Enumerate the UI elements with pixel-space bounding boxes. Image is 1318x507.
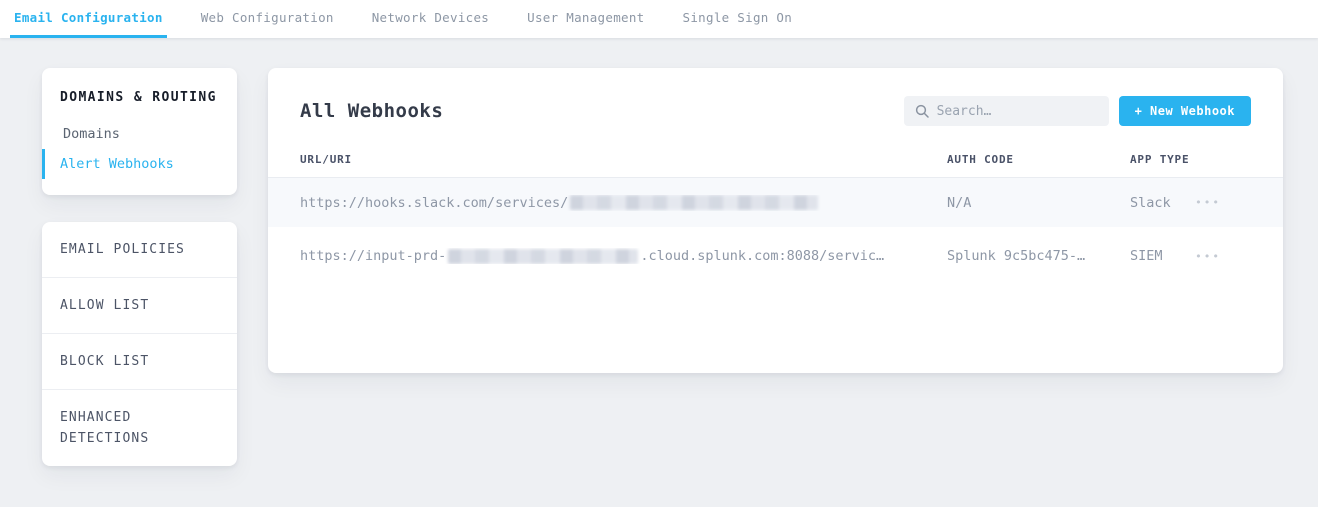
sidebar-item-allow-list[interactable]: ALLOW LIST: [42, 278, 237, 334]
page-content: DOMAINS & ROUTING Domains Alert Webhooks…: [0, 38, 1318, 466]
panel-controls: + New Webhook: [904, 96, 1251, 126]
tab-network-devices[interactable]: Network Devices: [368, 0, 493, 38]
table-body: https://hooks.slack.com/services/ N/A Sl…: [268, 178, 1283, 285]
auth-code: N/A: [947, 195, 1130, 211]
panel-header: All Webhooks + New Webhook: [268, 68, 1283, 126]
tab-web-configuration[interactable]: Web Configuration: [197, 0, 338, 38]
page-title: All Webhooks: [300, 100, 443, 122]
webhook-url: https://hooks.slack.com/services/: [300, 195, 947, 211]
webhooks-panel: All Webhooks + New Webhook URL/URI AUTH …: [268, 68, 1283, 373]
sidebar-item-domains[interactable]: Domains: [42, 119, 237, 149]
search-icon: [915, 104, 929, 118]
url-text: https://hooks.slack.com/services/: [300, 195, 568, 211]
column-header-auth-code: AUTH CODE: [947, 153, 1130, 166]
auth-code: Splunk 9c5bc475-…: [947, 248, 1130, 264]
domains-routing-card: DOMAINS & ROUTING Domains Alert Webhooks: [42, 68, 237, 195]
tab-email-configuration[interactable]: Email Configuration: [10, 0, 167, 38]
url-text: .cloud.splunk.com:8088/servic…: [640, 248, 884, 264]
search-input[interactable]: [937, 104, 1098, 119]
redacted-url-segment: [448, 249, 638, 264]
row-menu-icon[interactable]: •••: [1193, 247, 1223, 266]
new-webhook-button[interactable]: + New Webhook: [1119, 96, 1251, 126]
policies-card: EMAIL POLICIES ALLOW LIST BLOCK LIST ENH…: [42, 222, 237, 466]
table-row: https://hooks.slack.com/services/ N/A Sl…: [268, 178, 1283, 227]
app-type: SIEM: [1130, 248, 1163, 264]
tab-user-management[interactable]: User Management: [523, 0, 648, 38]
url-text: https://input-prd-: [300, 248, 446, 264]
webhook-url: https://input-prd- .cloud.splunk.com:808…: [300, 248, 947, 264]
app-type-cell: SIEM •••: [1130, 247, 1223, 266]
sidebar-item-email-policies[interactable]: EMAIL POLICIES: [42, 222, 237, 278]
app-type-cell: Slack •••: [1130, 193, 1223, 212]
sidebar-items: Domains Alert Webhooks: [42, 119, 237, 179]
sidebar-item-enhanced-detections[interactable]: ENHANCED DETECTIONS: [42, 390, 237, 466]
app-type: Slack: [1130, 195, 1171, 211]
tab-single-sign-on[interactable]: Single Sign On: [679, 0, 797, 38]
sidebar-section-title: DOMAINS & ROUTING: [42, 90, 237, 105]
redacted-url-segment: [570, 195, 818, 210]
sidebar-item-alert-webhooks[interactable]: Alert Webhooks: [42, 149, 237, 179]
sidebar: DOMAINS & ROUTING Domains Alert Webhooks…: [42, 68, 237, 466]
table-row: https://input-prd- .cloud.splunk.com:808…: [268, 227, 1283, 285]
sidebar-item-block-list[interactable]: BLOCK LIST: [42, 334, 237, 390]
row-menu-icon[interactable]: •••: [1193, 193, 1223, 212]
table-header-row: URL/URI AUTH CODE APP TYPE: [268, 142, 1283, 178]
column-header-app-type: APP TYPE: [1130, 153, 1223, 166]
column-header-url: URL/URI: [300, 153, 947, 166]
search-box: [904, 96, 1109, 126]
top-nav: Email Configuration Web Configuration Ne…: [0, 0, 1318, 38]
